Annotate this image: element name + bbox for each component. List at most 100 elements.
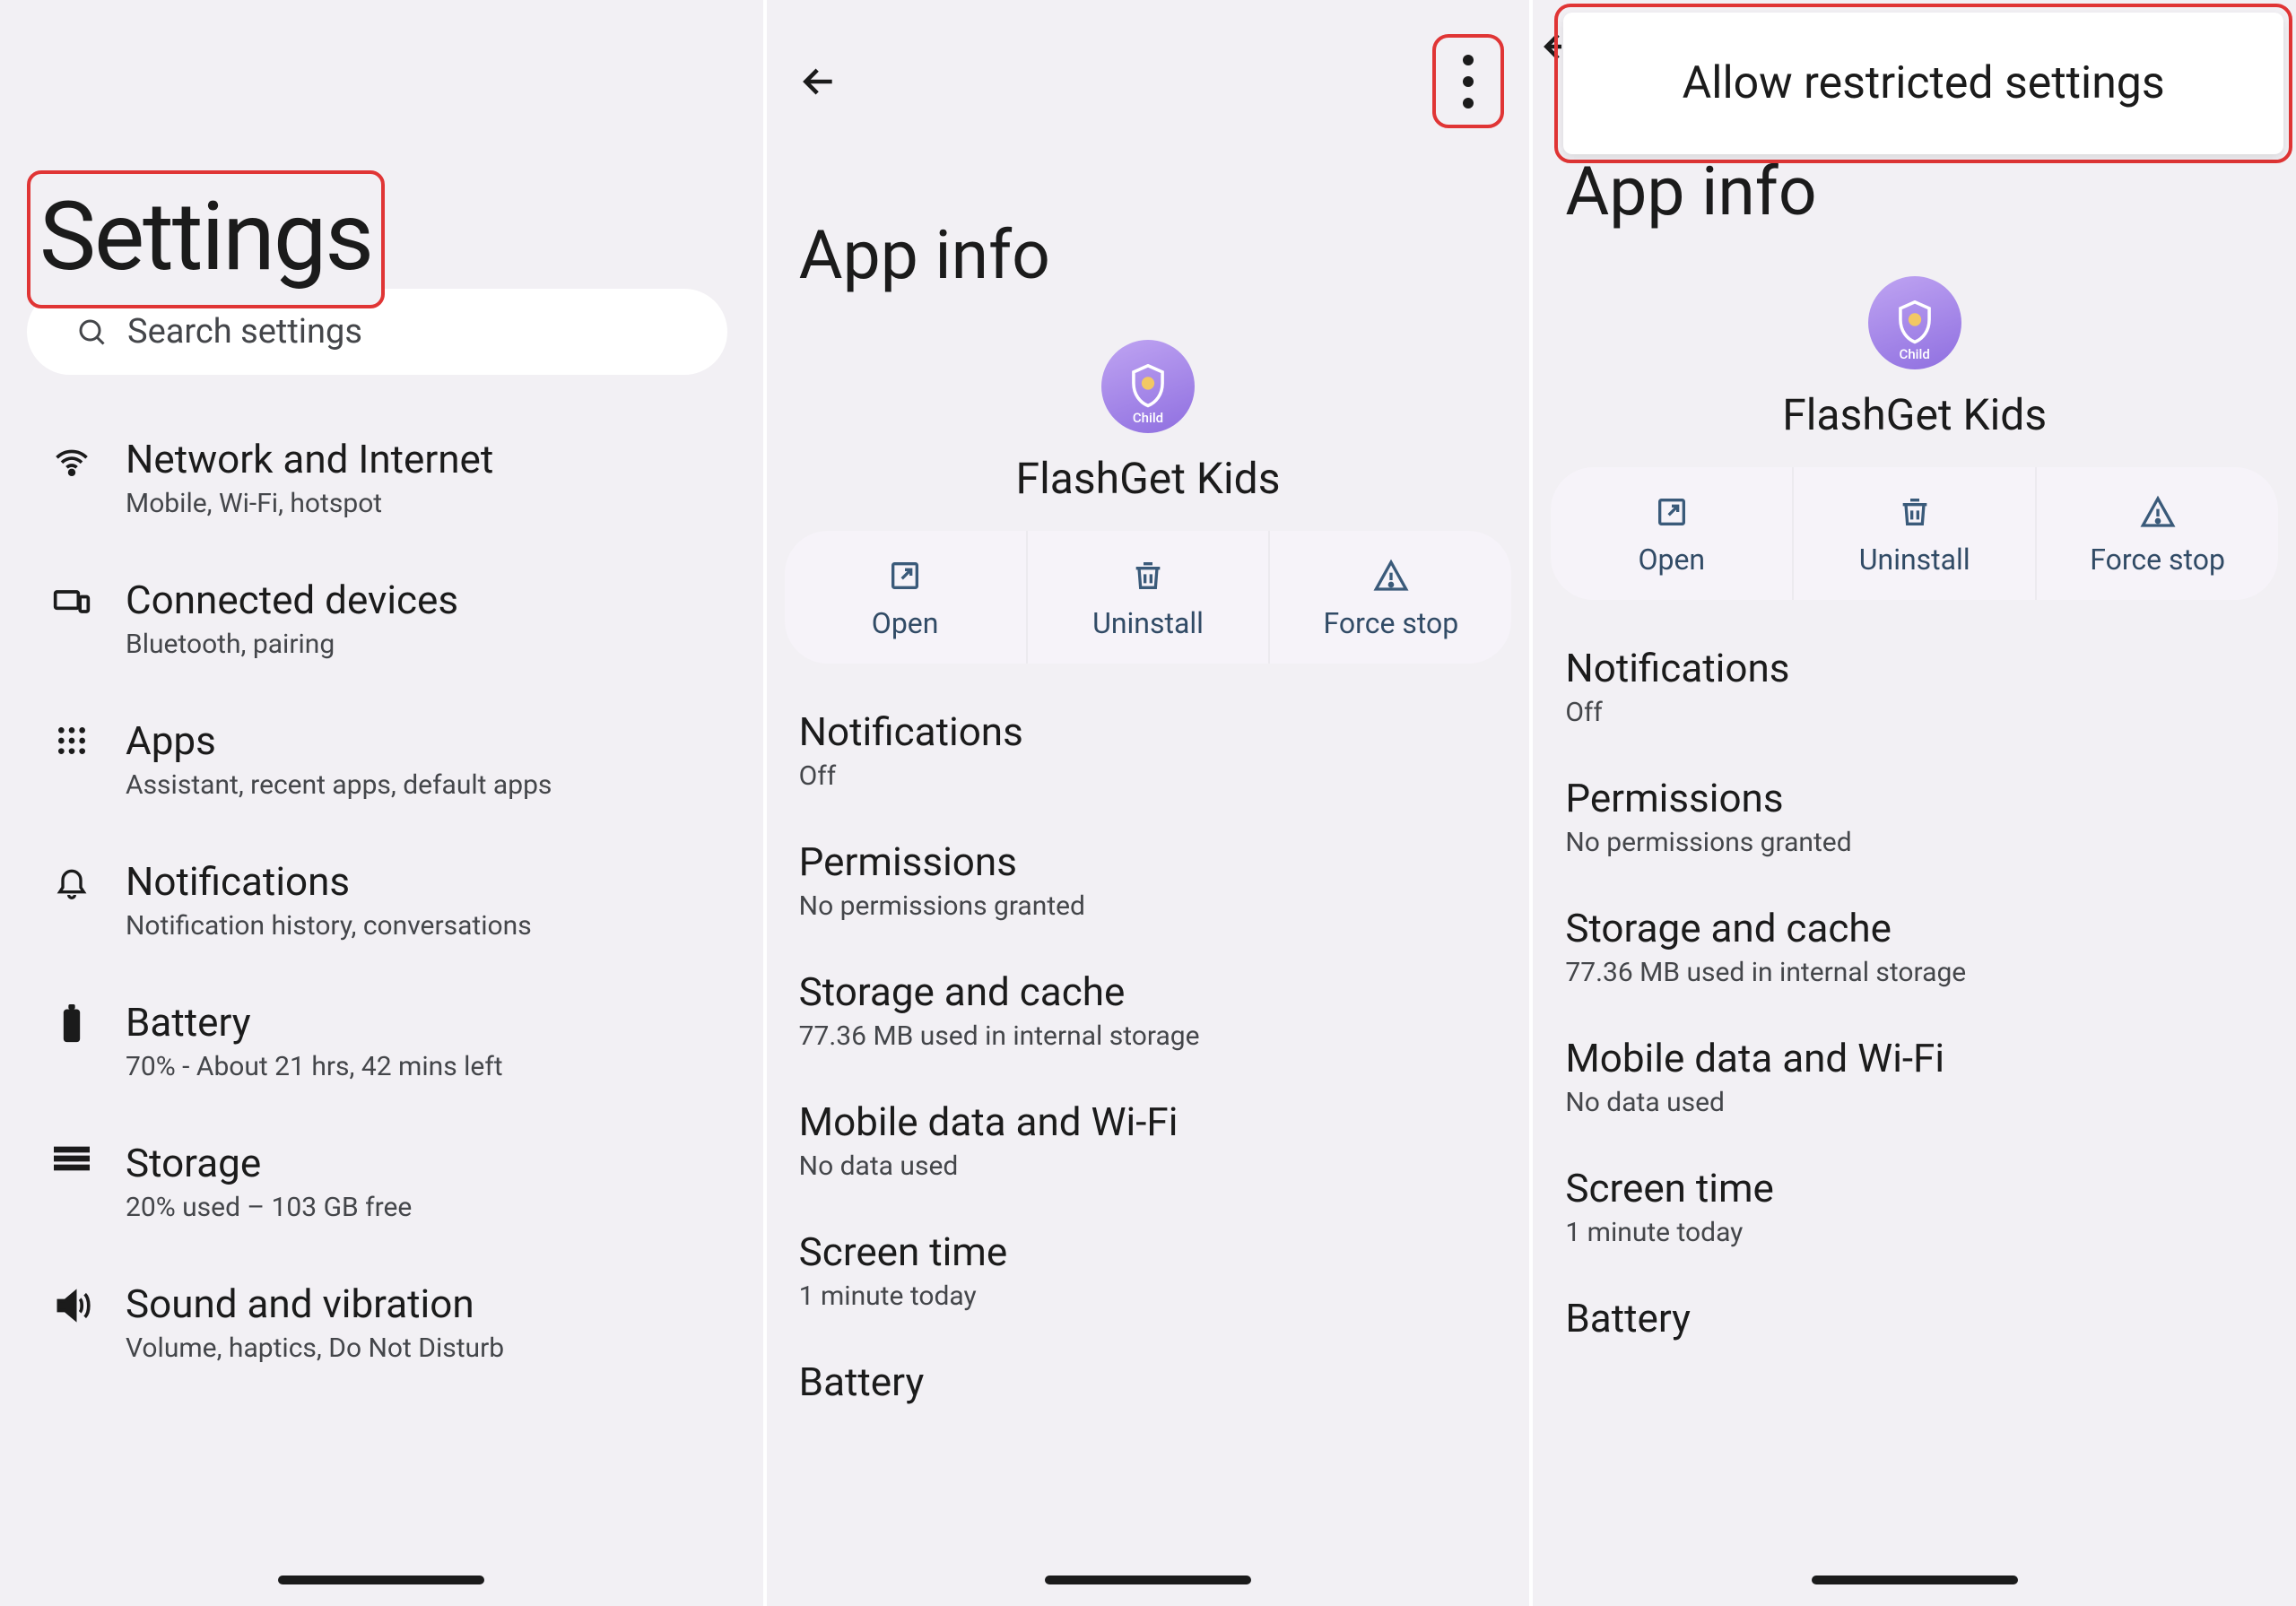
list-item-sound[interactable]: Sound and vibration Volume, haptics, Do … xyxy=(0,1252,763,1393)
section-battery[interactable]: Battery xyxy=(1533,1272,2296,1370)
list-item-storage[interactable]: Storage 20% used – 103 GB free xyxy=(0,1111,763,1252)
settings-list: Network and Internet Mobile, Wi-Fi, hots… xyxy=(0,407,763,1393)
app-header: Child FlashGet Kids xyxy=(1533,276,2296,440)
list-item-subtitle: 70% - About 21 hrs, 42 mins left xyxy=(126,1051,503,1082)
list-item-subtitle: Assistant, recent apps, default apps xyxy=(126,769,552,801)
section-title: Battery xyxy=(1565,1295,2264,1341)
section-storage[interactable]: Storage and cache 77.36 MB used in inter… xyxy=(767,945,1530,1075)
section-title: Screen time xyxy=(799,1228,1498,1275)
list-item-network[interactable]: Network and Internet Mobile, Wi-Fi, hots… xyxy=(0,407,763,548)
force-stop-button[interactable]: Force stop xyxy=(1268,531,1511,664)
app-icon-label: Child xyxy=(1133,410,1163,426)
action-label: Open xyxy=(872,606,939,640)
highlight-allow-restricted-popup: Allow restricted settings xyxy=(1554,4,2292,163)
more-options-button[interactable] xyxy=(1432,34,1504,128)
app-name: FlashGet Kids xyxy=(1782,389,2047,440)
section-title: Permissions xyxy=(1565,775,2264,821)
section-title: Screen time xyxy=(1565,1165,2264,1211)
highlight-settings-title: Settings xyxy=(27,170,385,308)
section-subtitle: No permissions granted xyxy=(1565,827,2264,858)
section-subtitle: No data used xyxy=(1565,1087,2264,1118)
section-title: Notifications xyxy=(1565,645,2264,691)
section-title: Mobile data and Wi-Fi xyxy=(1565,1035,2264,1081)
warning-icon xyxy=(1373,558,1409,594)
section-subtitle: 77.36 MB used in internal storage xyxy=(799,1020,1498,1052)
force-stop-button[interactable]: Force stop xyxy=(2035,467,2278,600)
menu-item-label: Allow restricted settings xyxy=(1590,57,2257,109)
app-icon: Child xyxy=(1868,276,1961,369)
list-item-title: Battery xyxy=(126,999,503,1046)
section-title: Permissions xyxy=(799,838,1498,885)
action-label: Uninstall xyxy=(1859,543,1970,577)
app-icon-label: Child xyxy=(1900,346,1930,362)
section-storage[interactable]: Storage and cache 77.36 MB used in inter… xyxy=(1533,881,2296,1011)
list-item-subtitle: 20% used – 103 GB free xyxy=(126,1192,412,1223)
open-icon xyxy=(1654,494,1690,530)
open-button[interactable]: Open xyxy=(785,531,1026,664)
action-label: Uninstall xyxy=(1092,606,1204,640)
list-item-title: Storage xyxy=(126,1140,412,1186)
list-item-subtitle: Volume, haptics, Do Not Disturb xyxy=(126,1333,504,1364)
section-title: Mobile data and Wi-Fi xyxy=(799,1098,1498,1145)
section-screen-time[interactable]: Screen time 1 minute today xyxy=(767,1205,1530,1335)
section-title: Storage and cache xyxy=(1565,905,2264,951)
section-permissions[interactable]: Permissions No permissions granted xyxy=(767,815,1530,945)
appinfo-panel: App info Child FlashGet Kids Open Uninst… xyxy=(767,0,1530,1606)
page-title: Settings xyxy=(39,181,372,292)
action-row: Open Uninstall Force stop xyxy=(785,531,1512,664)
action-label: Force stop xyxy=(1324,606,1459,640)
storage-icon xyxy=(50,1140,93,1172)
section-title: Battery xyxy=(799,1359,1498,1405)
shield-icon xyxy=(1895,300,1935,345)
topbar xyxy=(767,18,1530,144)
open-button[interactable]: Open xyxy=(1551,467,1792,600)
section-subtitle: No data used xyxy=(799,1150,1498,1182)
appinfo-panel-with-popup: Allow restricted settings App info Child… xyxy=(1533,0,2296,1606)
section-title: Notifications xyxy=(799,708,1498,755)
list-item-title: Notifications xyxy=(126,858,532,905)
list-item-connected-devices[interactable]: Connected devices Bluetooth, pairing xyxy=(0,548,763,689)
app-name: FlashGet Kids xyxy=(1016,453,1281,504)
menu-item-allow-restricted[interactable]: Allow restricted settings xyxy=(1563,13,2283,154)
search-icon xyxy=(75,316,108,348)
open-icon xyxy=(887,558,923,594)
shield-icon xyxy=(1128,364,1168,409)
warning-icon xyxy=(2140,494,2176,530)
action-label: Open xyxy=(1638,543,1705,577)
section-permissions[interactable]: Permissions No permissions granted xyxy=(1533,751,2296,881)
section-mobile-data[interactable]: Mobile data and Wi-Fi No data used xyxy=(1533,1011,2296,1142)
section-subtitle: 1 minute today xyxy=(799,1280,1498,1312)
gesture-bar xyxy=(1812,1576,2018,1584)
list-item-apps[interactable]: Apps Assistant, recent apps, default app… xyxy=(0,689,763,829)
battery-icon xyxy=(50,999,93,1044)
section-battery[interactable]: Battery xyxy=(767,1335,1530,1434)
gesture-bar xyxy=(278,1576,484,1584)
devices-icon xyxy=(50,577,93,621)
list-item-battery[interactable]: Battery 70% - About 21 hrs, 42 mins left xyxy=(0,970,763,1111)
section-notifications[interactable]: Notifications Off xyxy=(767,685,1530,815)
bell-icon xyxy=(50,858,93,899)
trash-icon xyxy=(1130,558,1166,594)
list-item-notifications[interactable]: Notifications Notification history, conv… xyxy=(0,829,763,970)
section-subtitle: 1 minute today xyxy=(1565,1217,2264,1248)
app-icon: Child xyxy=(1101,340,1195,433)
page-title: App info xyxy=(767,144,1530,340)
action-label: Force stop xyxy=(2090,543,2225,577)
trash-icon xyxy=(1897,494,1933,530)
section-subtitle: No permissions granted xyxy=(799,890,1498,922)
section-title: Storage and cache xyxy=(799,968,1498,1015)
back-button[interactable] xyxy=(792,55,846,109)
section-subtitle: 77.36 MB used in internal storage xyxy=(1565,957,2264,988)
section-subtitle: Off xyxy=(1565,697,2264,728)
list-item-title: Sound and vibration xyxy=(126,1280,504,1327)
section-mobile-data[interactable]: Mobile data and Wi-Fi No data used xyxy=(767,1075,1530,1205)
uninstall-button[interactable]: Uninstall xyxy=(1792,467,2035,600)
section-screen-time[interactable]: Screen time 1 minute today xyxy=(1533,1142,2296,1272)
section-notifications[interactable]: Notifications Off xyxy=(1533,621,2296,751)
list-item-title: Network and Internet xyxy=(126,436,493,482)
uninstall-button[interactable]: Uninstall xyxy=(1026,531,1269,664)
app-header: Child FlashGet Kids xyxy=(767,340,1530,504)
wifi-icon xyxy=(50,436,93,481)
list-item-title: Apps xyxy=(126,717,552,764)
settings-panel: Settings Search settings Network and Int… xyxy=(0,0,763,1606)
